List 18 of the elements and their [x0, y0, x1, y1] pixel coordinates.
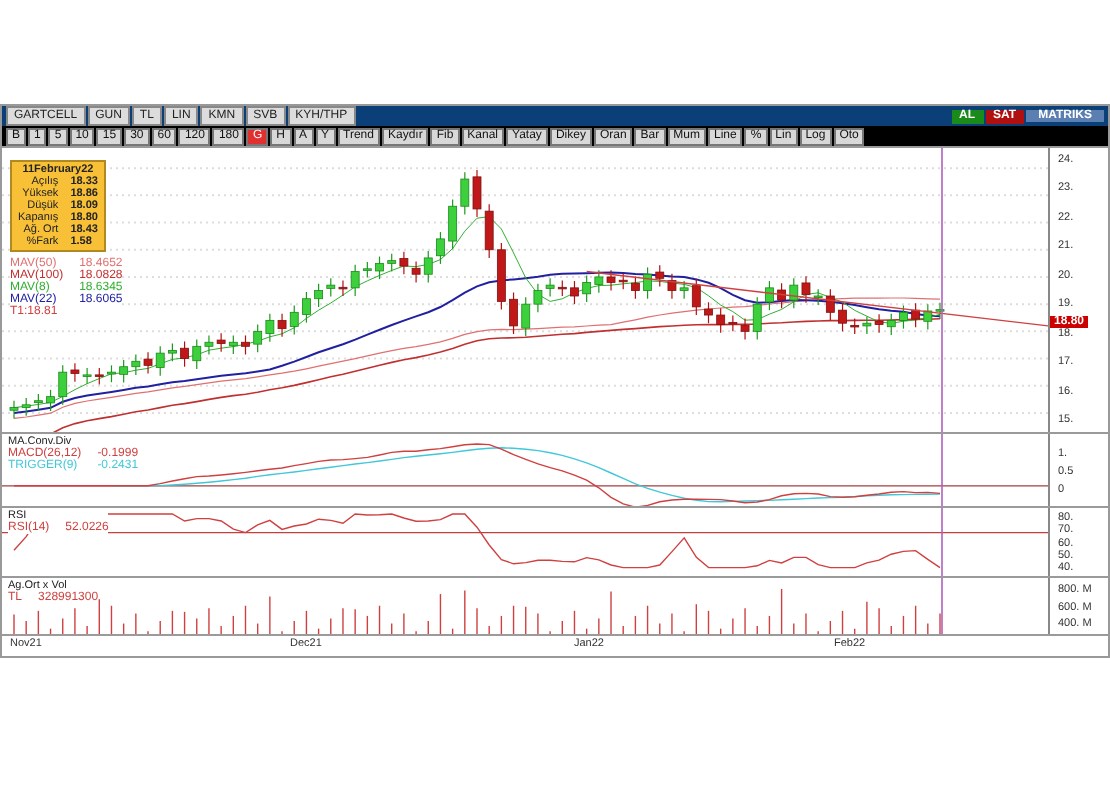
candlestick: [643, 266, 652, 300]
candlestick: [241, 334, 250, 356]
candlestick: [436, 231, 445, 265]
candlestick: [570, 280, 579, 305]
candlestick: [899, 304, 908, 330]
candlestick: [180, 340, 189, 368]
candlestick: [302, 291, 311, 324]
candlestick: [777, 282, 786, 309]
candlestick: [631, 275, 640, 300]
candlestick: [838, 302, 847, 332]
candlestick: [314, 283, 323, 308]
candlestick: [46, 389, 55, 412]
candlestick: [107, 364, 116, 383]
candlestick: [704, 301, 713, 324]
candlestick: [509, 291, 518, 335]
candlestick: [765, 280, 774, 311]
candlestick: [168, 343, 177, 362]
candlestick: [375, 255, 384, 280]
